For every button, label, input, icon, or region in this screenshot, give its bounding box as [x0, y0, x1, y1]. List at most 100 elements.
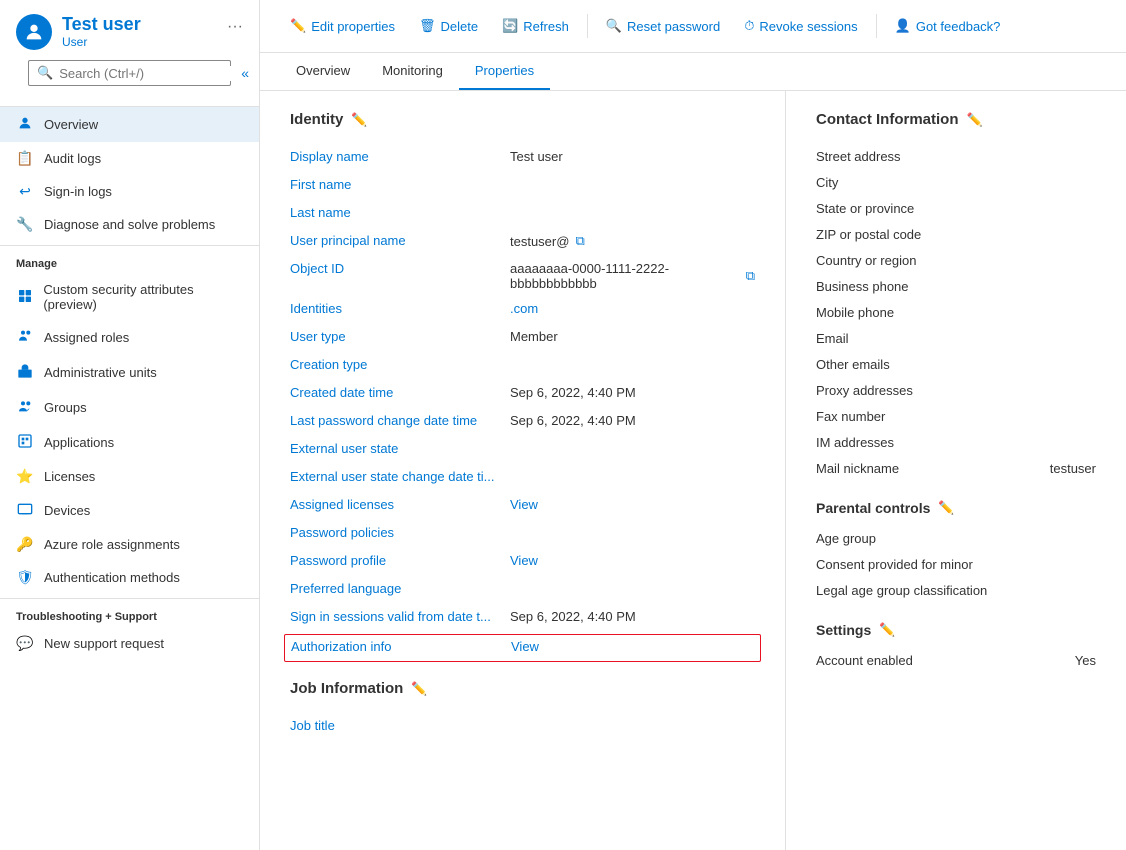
diagnose-icon: 🔧 [16, 216, 34, 233]
contact-field-row: Country or region [816, 248, 1096, 274]
contact-fields: Street addressCityState or provinceZIP o… [816, 144, 1096, 482]
feedback-button[interactable]: 👤 Got feedback? [885, 12, 1011, 40]
nav-custom-security-label: Custom security attributes (preview) [43, 282, 243, 312]
search-box[interactable]: 🔍 « [28, 60, 231, 86]
identity-edit-icon[interactable]: ✏️ [351, 112, 367, 128]
nav-diagnose[interactable]: 🔧 Diagnose and solve problems [0, 208, 259, 241]
refresh-button[interactable]: 🔄 Refresh [492, 12, 579, 40]
field-row: Display nameTest user [290, 144, 755, 172]
nav-audit-logs[interactable]: 📋 Audit logs [0, 142, 259, 175]
contact-field-row: Street address [816, 144, 1096, 170]
nav-auth-methods[interactable]: 🛡 Authentication methods [0, 561, 259, 594]
contact-field-row: State or province [816, 196, 1096, 222]
field-row: Assigned licensesView [290, 492, 755, 520]
tab-properties[interactable]: Properties [459, 53, 550, 90]
contact-edit-icon[interactable]: ✏️ [967, 112, 983, 128]
parental-fields: Age groupConsent provided for minorLegal… [816, 526, 1096, 604]
nav-sign-in-logs[interactable]: ↩ Sign-in logs [0, 175, 259, 208]
sign-in-logs-icon: ↩ [16, 183, 34, 200]
nav-assigned-roles-label: Assigned roles [44, 330, 129, 345]
nav-audit-logs-label: Audit logs [44, 151, 101, 166]
field-link[interactable]: View [510, 497, 538, 512]
collapse-icon[interactable]: « [241, 65, 249, 81]
parental-field-row: Age group [816, 526, 1096, 552]
revoke-sessions-button[interactable]: ⏱ Revoke sessions [734, 12, 867, 40]
refresh-icon: 🔄 [502, 18, 518, 34]
parental-controls-title: Parental controls ✏️ [816, 500, 1096, 516]
nav-new-support[interactable]: 💬 New support request [0, 627, 259, 660]
applications-icon [16, 433, 34, 452]
field-row: Password policies [290, 520, 755, 548]
nav-devices-label: Devices [44, 503, 90, 518]
nav-custom-security[interactable]: Custom security attributes (preview) [0, 274, 259, 320]
field-row: Creation type [290, 352, 755, 380]
nav-admin-units[interactable]: Administrative units [0, 355, 259, 390]
nav-diagnose-label: Diagnose and solve problems [44, 217, 215, 232]
feedback-icon: 👤 [895, 18, 911, 34]
edit-properties-button[interactable]: ✏️ Edit properties [280, 12, 405, 40]
contact-field-row: City [816, 170, 1096, 196]
nav-applications-label: Applications [44, 435, 114, 450]
identity-section-title: Identity ✏️ [290, 111, 755, 128]
field-row: Object IDaaaaaaaa-0000-1111-2222-bbbbbbb… [290, 256, 755, 296]
job-info-section-title: Job Information ✏️ [290, 680, 755, 697]
content-area: Identity ✏️ Display nameTest userFirst n… [260, 91, 1126, 850]
parental-edit-icon[interactable]: ✏️ [938, 500, 954, 516]
toolbar-separator-1 [587, 14, 588, 38]
field-row: External user state change date ti... [290, 464, 755, 492]
nav-applications[interactable]: Applications [0, 425, 259, 460]
reset-password-icon: 🔍 [606, 18, 622, 34]
contact-section-title: Contact Information ✏️ [816, 111, 1096, 128]
parental-field-row: Legal age group classification [816, 578, 1096, 604]
field-row: Sign in sessions valid from date t...Sep… [290, 604, 755, 632]
parental-field-row: Consent provided for minor [816, 552, 1096, 578]
nav-groups-label: Groups [44, 400, 87, 415]
nav-azure-role-label: Azure role assignments [44, 537, 180, 552]
field-row: Password profileView [290, 548, 755, 576]
assigned-roles-icon [16, 328, 34, 347]
user-name: Test user [62, 14, 217, 35]
devices-icon [16, 501, 34, 520]
nav-licenses-label: Licenses [44, 469, 95, 484]
toolbar: ✏️ Edit properties 🗑 Delete 🔄 Refresh 🔍 … [260, 0, 1126, 53]
field-row: Identities.com [290, 296, 755, 324]
contact-field-row: ZIP or postal code [816, 222, 1096, 248]
reset-password-button[interactable]: 🔍 Reset password [596, 12, 730, 40]
licenses-icon: ⭐ [16, 468, 34, 485]
nav-licenses[interactable]: ⭐ Licenses [0, 460, 259, 493]
left-panel: Identity ✏️ Display nameTest userFirst n… [260, 91, 786, 850]
contact-field-row: Fax number [816, 404, 1096, 430]
contact-field-row: Business phone [816, 274, 1096, 300]
auth-methods-icon: 🛡 [16, 569, 34, 586]
contact-field-row: Mail nicknametestuser [816, 456, 1096, 482]
job-info-edit-icon[interactable]: ✏️ [411, 681, 427, 697]
settings-edit-icon[interactable]: ✏️ [879, 622, 895, 638]
field-row: Last password change date timeSep 6, 202… [290, 408, 755, 436]
more-icon[interactable]: ··· [227, 18, 243, 36]
nav-assigned-roles[interactable]: Assigned roles [0, 320, 259, 355]
settings-field-row: Account enabledYes [816, 648, 1096, 674]
field-row: Created date timeSep 6, 2022, 4:40 PM [290, 380, 755, 408]
settings-fields: Account enabledYes [816, 648, 1096, 674]
azure-role-icon: 🔑 [16, 536, 34, 553]
tab-monitoring[interactable]: Monitoring [366, 53, 459, 90]
nav-azure-role[interactable]: 🔑 Azure role assignments [0, 528, 259, 561]
field-job-title: Job title [290, 713, 755, 741]
tab-overview[interactable]: Overview [280, 53, 366, 90]
search-input[interactable] [59, 66, 235, 81]
copy-icon[interactable]: ⧉ [575, 233, 584, 249]
nav-auth-methods-label: Authentication methods [44, 570, 180, 585]
field-link[interactable]: View [511, 639, 539, 654]
copy-icon[interactable]: ⧉ [746, 268, 755, 284]
admin-units-icon [16, 363, 34, 382]
identity-fields: Display nameTest userFirst nameLast name… [290, 144, 755, 662]
nav-groups[interactable]: Groups [0, 390, 259, 425]
overview-icon [16, 115, 34, 134]
nav-overview[interactable]: Overview [0, 107, 259, 142]
delete-icon: 🗑 [419, 18, 436, 34]
right-panel: Contact Information ✏️ Street addressCit… [786, 91, 1126, 850]
delete-button[interactable]: 🗑 Delete [409, 12, 488, 40]
field-link[interactable]: View [510, 553, 538, 568]
nav-devices[interactable]: Devices [0, 493, 259, 528]
field-row: Preferred language [290, 576, 755, 604]
